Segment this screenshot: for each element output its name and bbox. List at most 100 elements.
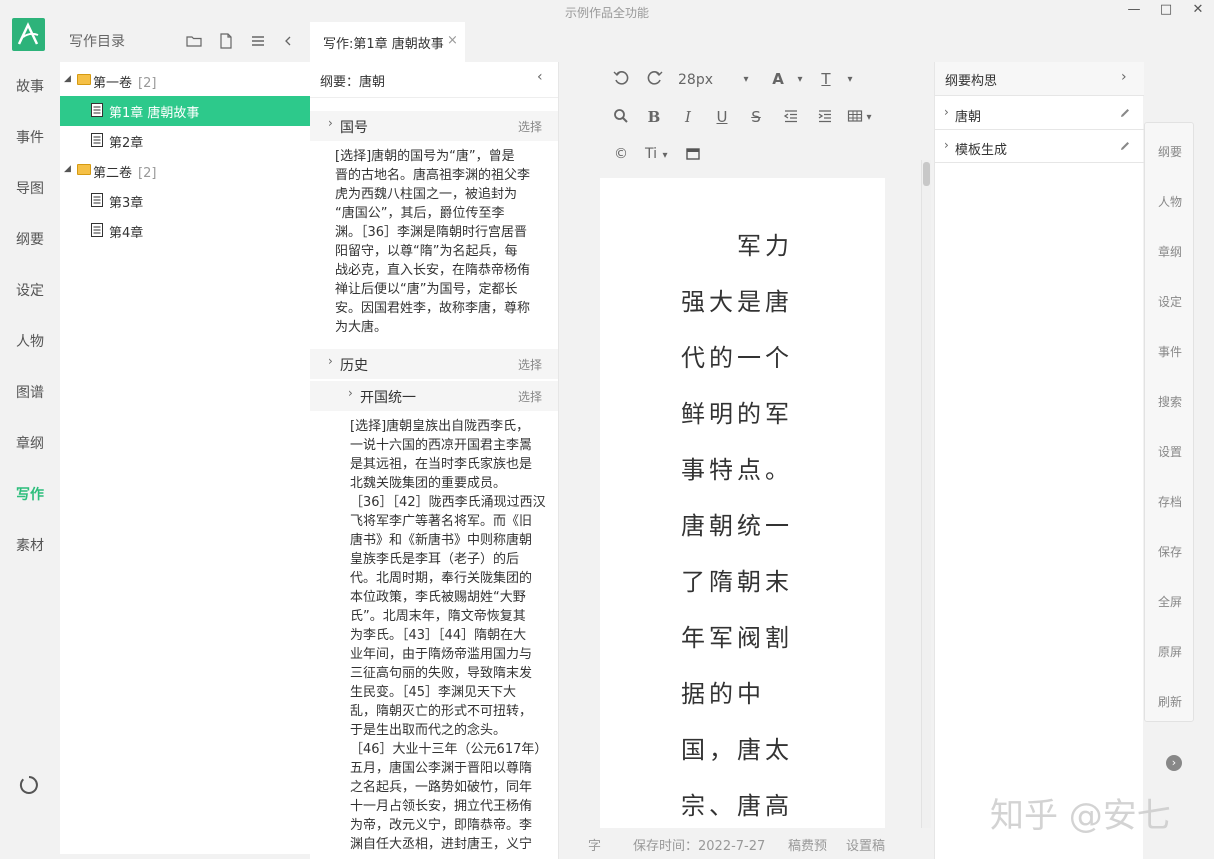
indent-icon[interactable] bbox=[816, 108, 834, 130]
outline-section-history[interactable]: › 历史 选择 bbox=[310, 349, 558, 379]
nav-item-writing[interactable]: 写作 bbox=[0, 484, 60, 504]
maximize-button[interactable]: □ bbox=[1155, 2, 1177, 22]
chevron-right-icon: › bbox=[944, 105, 949, 119]
rnav-config[interactable]: 设置 bbox=[1145, 443, 1195, 460]
bold-icon[interactable]: B bbox=[646, 108, 662, 130]
search-icon[interactable] bbox=[612, 108, 630, 130]
nav-item-mindmap[interactable]: 导图 bbox=[0, 178, 60, 198]
copyright-icon[interactable]: © bbox=[612, 146, 630, 168]
tab-chapter-1[interactable]: 写作:第1章 唐朝故事 × bbox=[310, 22, 465, 62]
text-line: [选择]唐朝皇族出自陇西李氏， bbox=[350, 419, 530, 434]
table-icon[interactable] bbox=[846, 108, 864, 130]
idea-item-template[interactable]: › 模板生成 bbox=[935, 131, 1144, 163]
text-line: 年军阀割 bbox=[681, 624, 793, 652]
text-line: “唐国公”，其后，爵位传至李 bbox=[335, 206, 505, 221]
rnav-fullscreen[interactable]: 全屏 bbox=[1145, 593, 1195, 610]
rnav-settings[interactable]: 设定 bbox=[1145, 293, 1195, 310]
outline-section-guohao[interactable]: › 国号 选择 bbox=[310, 111, 558, 141]
select-button[interactable]: 选择 bbox=[518, 356, 542, 373]
text-line: 晋的古地名。唐高祖李渊的祖父李 bbox=[335, 168, 531, 183]
tab-bar: 写作:第1章 唐朝故事 × bbox=[310, 22, 1214, 62]
nav-item-materials[interactable]: 素材 bbox=[0, 535, 60, 555]
rnav-search[interactable]: 搜索 bbox=[1145, 393, 1195, 410]
expand-icon[interactable]: ◢ bbox=[64, 164, 71, 174]
tree-chapter-1[interactable]: 第1章 唐朝故事 bbox=[60, 96, 310, 126]
chevron-right-icon[interactable]: › bbox=[1121, 69, 1127, 85]
text-line: 五月，唐国公李渊于晋阳以尊隋 bbox=[350, 761, 533, 776]
expand-icon[interactable]: ◢ bbox=[64, 74, 71, 84]
strikethrough-icon[interactable]: S bbox=[748, 108, 764, 130]
text-line: 一说十六国的西凉开国君主李暠 bbox=[350, 438, 533, 453]
chevron-right-icon: › bbox=[348, 386, 353, 400]
tree-volume-2[interactable]: ◢ 第二卷 [2] bbox=[60, 156, 310, 186]
tree-chapter-3[interactable]: 第3章 bbox=[60, 186, 310, 216]
chevron-down-icon[interactable]: ▾ bbox=[794, 74, 806, 96]
nav-item-characters[interactable]: 人物 bbox=[0, 331, 60, 351]
text-style-icon[interactable]: T bbox=[818, 70, 834, 92]
app-logo-icon bbox=[12, 18, 45, 51]
outdent-icon[interactable] bbox=[782, 108, 800, 130]
tree-volume-count: [2] bbox=[138, 166, 157, 181]
chevron-down-icon[interactable]: ▾ bbox=[740, 74, 752, 96]
chevron-down-icon[interactable]: ▾ bbox=[660, 150, 670, 172]
writing-page[interactable]: 军力 强大是唐 代的一个 鲜明的军 事特点。 唐朝统一 了隋朝末 年军阀割 据的… bbox=[600, 178, 885, 828]
idea-item-tang[interactable]: › 唐朝 bbox=[935, 98, 1144, 130]
rnav-chapter-outline[interactable]: 章纲 bbox=[1145, 243, 1195, 260]
text-line: 生民变。［45］李渊见天下大 bbox=[350, 685, 517, 700]
rnav-restore[interactable]: 原屏 bbox=[1145, 643, 1195, 660]
text-indent-icon[interactable]: Ti bbox=[640, 146, 662, 168]
rnav-refresh[interactable]: 刷新 bbox=[1145, 693, 1195, 710]
collapse-icon[interactable] bbox=[279, 32, 297, 50]
file-icon[interactable] bbox=[217, 32, 235, 50]
tree-chapter-4[interactable]: 第4章 bbox=[60, 216, 310, 246]
fee-estimate-button[interactable]: 稿费预 bbox=[788, 835, 827, 854]
loading-icon[interactable] bbox=[19, 775, 39, 795]
rnav-save[interactable]: 保存 bbox=[1145, 543, 1195, 560]
minimize-button[interactable]: — bbox=[1123, 2, 1145, 22]
text-line: 飞将军李广等著名将军。而《旧 bbox=[350, 514, 533, 529]
text-line: 皇族李氏是李耳（老子）的后 bbox=[350, 552, 520, 567]
redo-icon[interactable] bbox=[646, 70, 664, 92]
chevron-down-icon[interactable]: ▾ bbox=[864, 112, 874, 134]
nav-item-outline[interactable]: 纲要 bbox=[0, 229, 60, 249]
editor-scrollbar[interactable] bbox=[921, 160, 931, 828]
font-size-select[interactable]: 28px bbox=[678, 72, 728, 94]
section-text: [选择]唐朝的国号为“唐”，曾是 晋的古地名。唐高祖李渊的祖父李 虎为西魏八柱国… bbox=[335, 147, 557, 337]
pencil-icon[interactable] bbox=[1119, 107, 1131, 119]
menu-icon[interactable] bbox=[249, 32, 267, 50]
document-icon bbox=[91, 223, 103, 237]
directory-header: 写作目录 bbox=[60, 22, 310, 62]
rnav-outline[interactable]: 纲要 bbox=[1145, 143, 1195, 160]
chevron-down-icon[interactable]: ▾ bbox=[844, 74, 856, 96]
outline-section-founding[interactable]: › 开国统一 选择 bbox=[310, 381, 558, 411]
rnav-characters[interactable]: 人物 bbox=[1145, 193, 1195, 210]
select-button[interactable]: 选择 bbox=[518, 118, 542, 135]
tree-volume-1[interactable]: ◢ 第一卷 [2] bbox=[60, 66, 310, 96]
text-line: 三征高句丽的失败，导致隋末发 bbox=[350, 666, 533, 681]
scroll-thumb[interactable] bbox=[923, 162, 930, 186]
rnav-events[interactable]: 事件 bbox=[1145, 343, 1195, 360]
rnav-archive[interactable]: 存档 bbox=[1145, 493, 1195, 510]
text-color-icon[interactable]: A bbox=[770, 70, 786, 92]
section-name: 历史 bbox=[340, 358, 368, 374]
arrow-right-icon[interactable]: › bbox=[1166, 755, 1182, 771]
chevron-left-icon[interactable]: ‹ bbox=[537, 69, 543, 85]
tab-close-icon[interactable]: × bbox=[447, 33, 458, 48]
folder-icon[interactable] bbox=[185, 32, 203, 50]
nav-item-settings[interactable]: 设定 bbox=[0, 280, 60, 300]
nav-item-chapter-outline[interactable]: 章纲 bbox=[0, 433, 60, 453]
tree-chapter-label: 第4章 bbox=[109, 226, 144, 241]
settings-button[interactable]: 设置稿 bbox=[846, 835, 885, 854]
window-icon[interactable] bbox=[684, 146, 702, 168]
nav-item-story[interactable]: 故事 bbox=[0, 76, 60, 96]
tree-chapter-2[interactable]: 第2章 bbox=[60, 126, 310, 156]
pencil-icon[interactable] bbox=[1119, 140, 1131, 152]
nav-item-graph[interactable]: 图谱 bbox=[0, 382, 60, 402]
close-button[interactable]: ✕ bbox=[1187, 2, 1209, 22]
select-button[interactable]: 选择 bbox=[518, 388, 542, 405]
underline-icon[interactable]: U bbox=[714, 108, 730, 130]
italic-icon[interactable]: I bbox=[680, 108, 696, 130]
nav-item-events[interactable]: 事件 bbox=[0, 127, 60, 147]
undo-icon[interactable] bbox=[612, 70, 630, 92]
tree-chapter-label: 第2章 bbox=[109, 136, 144, 151]
